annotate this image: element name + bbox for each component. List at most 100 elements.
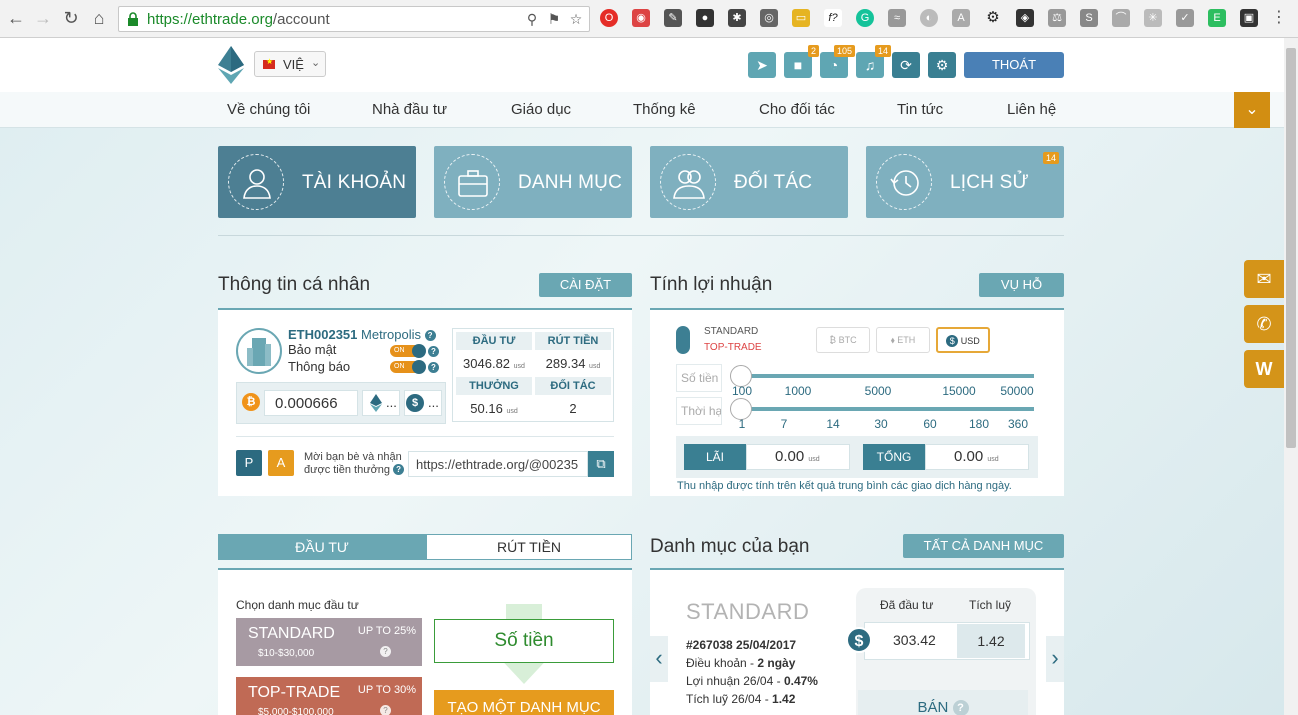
exchange-button[interactable]: ⟳ bbox=[892, 52, 920, 78]
help-icon[interactable]: ? bbox=[428, 362, 439, 373]
opera-extension-icon[interactable]: O bbox=[600, 9, 618, 27]
nav-statistics[interactable]: Thống kê bbox=[633, 101, 696, 118]
phone-icon[interactable]: ✆ bbox=[1244, 305, 1284, 343]
tab-withdraw[interactable]: RÚT TIỀN bbox=[426, 534, 632, 560]
font-extension-icon[interactable]: f? bbox=[824, 9, 842, 27]
chevron-down-icon[interactable]: ⌄ bbox=[1234, 92, 1270, 128]
plan-card-toptrade[interactable]: TOP-TRADE UP TO 30% $5,000-$100,000 ? bbox=[236, 677, 422, 715]
invested-header: Đã đầu tư bbox=[880, 598, 934, 612]
eth-balance[interactable]: ... bbox=[362, 390, 400, 416]
pin-icon[interactable]: ⚑ bbox=[545, 10, 563, 28]
all-portfolios-button[interactable]: TẤT CẢ DANH MỤC bbox=[903, 534, 1064, 558]
notify-toggle[interactable]: ON bbox=[390, 360, 426, 374]
extension-icon[interactable]: ◐ bbox=[920, 9, 938, 27]
chevron-right-icon[interactable]: › bbox=[1046, 636, 1064, 682]
bitcoin-icon[interactable]: ₿ bbox=[242, 393, 260, 411]
nav-investors[interactable]: Nhà đầu tư bbox=[372, 101, 447, 118]
video-button[interactable]: ■ 2 bbox=[784, 45, 819, 78]
extension-icon[interactable]: ≈ bbox=[888, 9, 906, 27]
help-icon[interactable]: ? bbox=[428, 346, 439, 357]
evernote-extension-icon[interactable]: E bbox=[1208, 9, 1226, 27]
extension-icon[interactable]: ▣ bbox=[1240, 9, 1258, 27]
language-select[interactable]: VIỆ ⌄ bbox=[254, 51, 326, 77]
nav-contact[interactable]: Liên hệ bbox=[1007, 101, 1056, 118]
help-icon[interactable]: ? bbox=[380, 705, 391, 715]
tab-partners[interactable]: ĐỐI TÁC bbox=[650, 146, 848, 218]
back-icon[interactable]: ← bbox=[6, 8, 26, 28]
tab-invest[interactable]: ĐẦU TƯ bbox=[218, 534, 426, 560]
tab-label: DANH MỤC bbox=[518, 172, 622, 193]
nav-news[interactable]: Tin tức bbox=[897, 101, 943, 118]
tab-portfolio[interactable]: DANH MỤC bbox=[434, 146, 632, 218]
tab-account[interactable]: TÀI KHOẢN bbox=[218, 146, 416, 218]
security-toggle[interactable]: ON bbox=[390, 344, 426, 358]
sell-button[interactable]: BÁN ? bbox=[858, 690, 1028, 715]
plan-range: $5,000-$100,000 bbox=[258, 707, 334, 715]
angular-extension-icon[interactable]: A bbox=[952, 9, 970, 27]
scrollbar[interactable] bbox=[1284, 38, 1298, 715]
reload-icon[interactable]: ↻ bbox=[61, 8, 81, 28]
help-icon[interactable]: ? bbox=[380, 646, 391, 657]
video-badge: 2 bbox=[807, 45, 819, 57]
extension-icon[interactable]: ⌒ bbox=[1112, 9, 1130, 27]
settings-button[interactable]: ⚙ bbox=[928, 52, 956, 78]
email-icon[interactable]: ✉ bbox=[1244, 260, 1284, 298]
period-slider-track[interactable] bbox=[740, 407, 1034, 411]
p-button[interactable]: P bbox=[236, 450, 262, 476]
soccer-extension-icon[interactable]: ◎ bbox=[760, 9, 778, 27]
menu-dots-icon[interactable]: ⋮ bbox=[1270, 9, 1288, 27]
help-icon[interactable]: ? bbox=[952, 700, 969, 715]
extension-icon[interactable]: ◉ bbox=[632, 9, 650, 27]
help-icon[interactable]: ? bbox=[393, 464, 405, 475]
usd-value: ... bbox=[428, 395, 439, 410]
currency-eth-button[interactable]: ⬧ ETH bbox=[876, 327, 930, 353]
settings-extension-icon[interactable]: ⚙ bbox=[984, 9, 1002, 27]
chevron-left-icon[interactable]: ‹ bbox=[650, 636, 668, 682]
nav-about[interactable]: Về chúng tôi bbox=[227, 101, 310, 118]
bell-button[interactable]: ♫ 14 bbox=[856, 45, 891, 78]
settings-link-button[interactable]: CÀI ĐẶT bbox=[539, 273, 632, 297]
nav-partners[interactable]: Cho đối tác bbox=[759, 101, 835, 118]
plan-standard-label[interactable]: STANDARD bbox=[704, 326, 758, 337]
help-icon[interactable]: ? bbox=[424, 330, 436, 341]
extension-icon[interactable]: S bbox=[1080, 9, 1098, 27]
zoom-icon[interactable]: ⚲ bbox=[523, 10, 541, 28]
extension-icon[interactable]: ✓ bbox=[1176, 9, 1194, 27]
url-text: https://ethtrade.org/account bbox=[147, 11, 330, 28]
currency-usd-button[interactable]: $ USD bbox=[936, 327, 990, 353]
amount-slider-track[interactable] bbox=[740, 374, 1034, 378]
extension-icon[interactable]: ⚖ bbox=[1048, 9, 1066, 27]
incognito-extension-icon[interactable]: ● bbox=[696, 9, 714, 27]
ethereum-logo[interactable] bbox=[218, 46, 244, 84]
ruler-extension-icon[interactable]: ▭ bbox=[792, 9, 810, 27]
plan-card-standard[interactable]: STANDARD UP TO 25% $10-$30,000 ? bbox=[236, 618, 422, 666]
referral-link-input[interactable]: https://ethtrade.org/@00235 bbox=[408, 451, 588, 477]
avatar[interactable] bbox=[236, 328, 282, 374]
rss-button[interactable]: ◔ 105 bbox=[820, 45, 855, 78]
scrollbar-thumb[interactable] bbox=[1286, 48, 1296, 448]
help-button[interactable]: VỤ HỖ bbox=[979, 273, 1064, 297]
currency-btc-button[interactable]: ₿ BTC bbox=[816, 327, 870, 353]
a-button[interactable]: A bbox=[268, 450, 294, 476]
nav-education[interactable]: Giáo dục bbox=[511, 101, 571, 118]
eyedropper-extension-icon[interactable]: ✎ bbox=[664, 9, 682, 27]
shield-extension-icon[interactable]: ◈ bbox=[1016, 9, 1034, 27]
bug-extension-icon[interactable]: ✱ bbox=[728, 9, 746, 27]
user-id: ETH002351 Metropolis ? bbox=[288, 327, 436, 342]
plan-switch[interactable] bbox=[676, 326, 690, 354]
forward-icon[interactable]: → bbox=[33, 8, 53, 28]
extension-icon[interactable]: ✳ bbox=[1144, 9, 1162, 27]
telegram-button[interactable]: ➤ bbox=[748, 52, 776, 78]
home-icon[interactable]: ⌂ bbox=[89, 8, 109, 28]
bookmark-star-icon[interactable]: ☆ bbox=[567, 10, 585, 28]
address-bar[interactable]: https://ethtrade.org/account ⚲ ⚑ ☆ bbox=[118, 6, 590, 32]
logout-button[interactable]: THOÁT bbox=[964, 52, 1064, 78]
copy-icon[interactable]: ⧉ bbox=[588, 451, 614, 477]
plan-toptrade-label[interactable]: TOP-TRADE bbox=[704, 342, 762, 353]
grammarly-extension-icon[interactable]: G bbox=[856, 9, 874, 27]
create-portfolio-button[interactable]: TẠO MỘT DANH MỤC bbox=[434, 690, 614, 715]
tab-history[interactable]: LỊCH SỬ 14 bbox=[866, 146, 1064, 218]
amount-input[interactable]: Số tiền bbox=[434, 619, 614, 663]
w-icon[interactable]: W bbox=[1244, 350, 1284, 388]
usd-balance[interactable]: $ ... bbox=[404, 390, 442, 416]
